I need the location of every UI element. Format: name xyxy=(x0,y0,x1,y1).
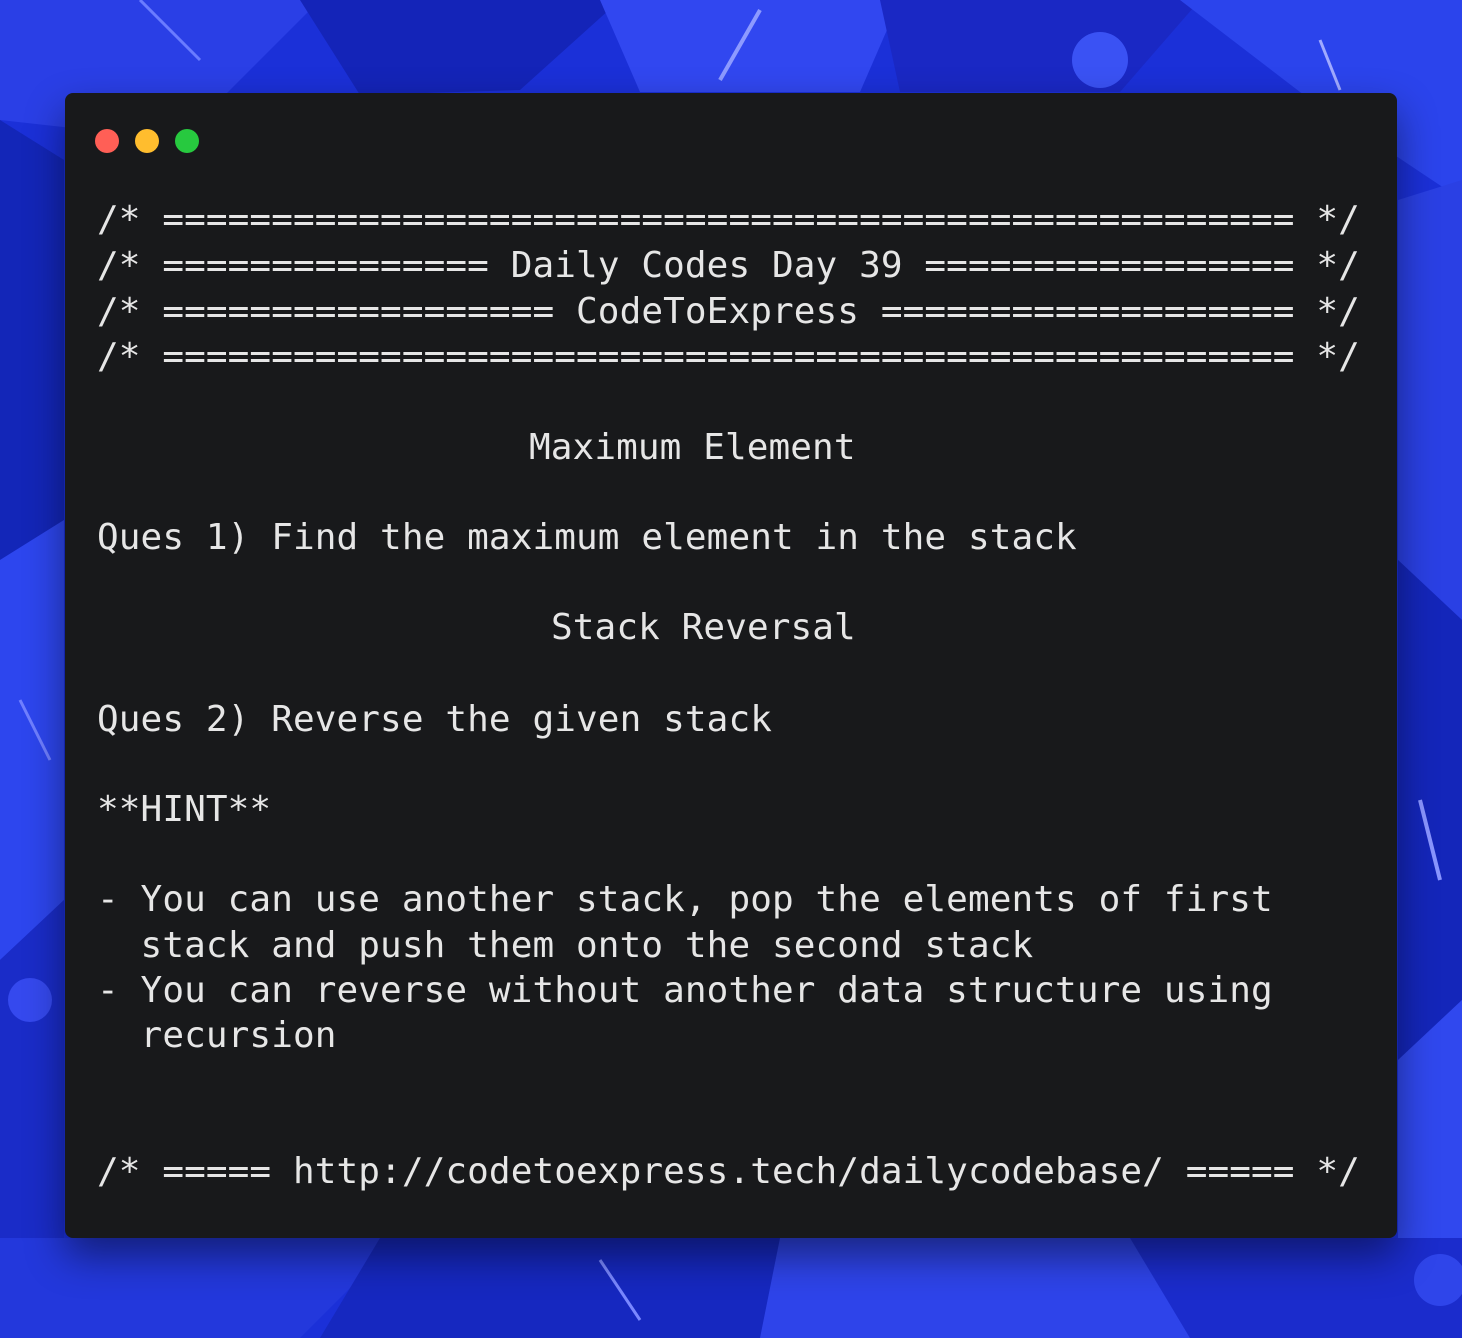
hint-1-line-2: stack and push them onto the second stac… xyxy=(97,925,1034,966)
header-line-3: /* ================== CodeToExpress ====… xyxy=(97,291,1360,332)
header-line-4: /* =====================================… xyxy=(97,336,1360,377)
hint-label: **HINT** xyxy=(97,789,272,830)
hint-2-line-2: recursion xyxy=(97,1015,337,1056)
question-1: Ques 1) Find the maximum element in the … xyxy=(97,517,1077,558)
section-title-maximum-element: Maximum Element xyxy=(529,427,856,468)
footer-link-line: /* ===== http://codetoexpress.tech/daily… xyxy=(97,1151,1360,1192)
hint-1-line-1: - You can use another stack, pop the ele… xyxy=(97,879,1273,920)
header-line-2: /* =============== Daily Codes Day 39 ==… xyxy=(97,245,1360,286)
question-2: Ques 2) Reverse the given stack xyxy=(97,699,772,740)
code-block: /* =====================================… xyxy=(97,93,1377,1192)
section-title-stack-reversal: Stack Reversal xyxy=(551,607,856,648)
code-window: /* =====================================… xyxy=(65,93,1397,1238)
hint-2-line-1: - You can reverse without another data s… xyxy=(97,970,1273,1011)
header-line-1: /* =====================================… xyxy=(97,199,1360,240)
